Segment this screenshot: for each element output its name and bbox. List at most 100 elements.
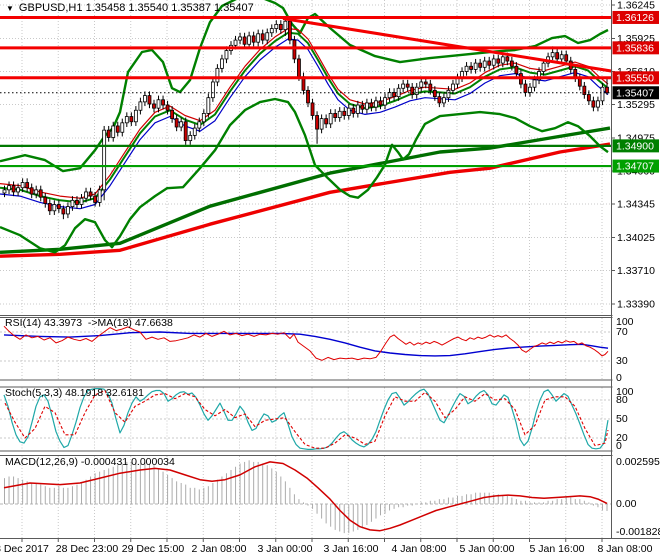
svg-text:80: 80 bbox=[616, 394, 628, 406]
candle bbox=[487, 60, 492, 66]
candle bbox=[247, 35, 252, 45]
svg-text:1.35295: 1.35295 bbox=[617, 99, 655, 111]
svg-text:1.34345: 1.34345 bbox=[617, 198, 655, 210]
candle bbox=[265, 32, 270, 41]
candle bbox=[369, 102, 374, 108]
candle bbox=[210, 81, 215, 99]
candle bbox=[564, 54, 569, 62]
ohlc-readout: 1.35458 1.35540 1.35387 1.35407 bbox=[85, 2, 254, 14]
candle bbox=[183, 121, 188, 142]
candle bbox=[605, 86, 609, 94]
candle bbox=[287, 20, 292, 41]
symbol-dropdown-icon[interactable]: ▼ bbox=[6, 4, 14, 13]
candle bbox=[102, 129, 107, 191]
candle bbox=[47, 203, 52, 212]
candle bbox=[396, 87, 401, 98]
candle bbox=[378, 100, 383, 106]
candle bbox=[555, 52, 560, 60]
candle bbox=[541, 62, 546, 72]
level-badge-1.35836: 1.35836 bbox=[612, 41, 659, 55]
svg-text:0: 0 bbox=[616, 372, 622, 384]
candle bbox=[34, 189, 39, 195]
candle bbox=[478, 62, 483, 68]
candle bbox=[600, 86, 605, 102]
candle bbox=[242, 36, 247, 45]
svg-text:1.33390: 1.33390 bbox=[617, 299, 655, 311]
svg-text:1.34707: 1.34707 bbox=[616, 161, 654, 173]
candle bbox=[383, 97, 387, 106]
candle bbox=[346, 107, 351, 116]
candle bbox=[206, 97, 211, 114]
candle bbox=[509, 60, 514, 67]
candle bbox=[451, 83, 455, 91]
svg-text:1.35550: 1.35550 bbox=[616, 72, 654, 84]
current-price-badge: 1.35407 bbox=[612, 86, 659, 100]
candle bbox=[328, 112, 333, 125]
candle bbox=[120, 122, 125, 133]
candle bbox=[66, 206, 70, 215]
candle bbox=[124, 116, 129, 124]
candle bbox=[2, 189, 7, 194]
candle bbox=[342, 110, 347, 116]
candle bbox=[496, 58, 501, 64]
candle bbox=[269, 28, 274, 34]
candle bbox=[446, 89, 451, 99]
candle bbox=[437, 96, 442, 104]
mt4-chart-window: 1.362451.359251.356101.352951.349751.346… bbox=[0, 0, 660, 560]
candle bbox=[401, 83, 406, 89]
candle bbox=[43, 196, 48, 204]
svg-text:1.36245: 1.36245 bbox=[617, 0, 655, 12]
svg-text:0.00: 0.00 bbox=[616, 498, 637, 510]
svg-text:1.36126: 1.36126 bbox=[616, 12, 654, 24]
time-axis-label: 28 Dec 2017 bbox=[0, 543, 49, 555]
candle bbox=[333, 112, 338, 118]
candle bbox=[360, 104, 365, 110]
rsi-indicator-label: RSI(14) 43.3973 ->MA(18) 47.6638 bbox=[5, 317, 173, 329]
candle bbox=[20, 182, 25, 189]
candle bbox=[514, 65, 519, 74]
candle bbox=[324, 118, 329, 125]
candle bbox=[111, 125, 116, 138]
candle bbox=[165, 104, 170, 111]
candle bbox=[7, 185, 11, 191]
candle bbox=[256, 33, 261, 43]
candle bbox=[337, 110, 342, 118]
level-badge-1.36126: 1.36126 bbox=[612, 10, 659, 24]
candle bbox=[482, 60, 487, 68]
time-axis-label: 5 Jan 00:00 bbox=[460, 543, 515, 555]
candle bbox=[97, 189, 102, 203]
candle bbox=[473, 62, 478, 70]
chart-canvas[interactable]: 1.362451.359251.356101.352951.349751.346… bbox=[0, 0, 660, 560]
candle bbox=[586, 94, 591, 102]
candle bbox=[283, 20, 288, 31]
candle bbox=[75, 199, 79, 205]
candle bbox=[179, 121, 184, 128]
candle bbox=[528, 86, 532, 93]
candle bbox=[93, 195, 97, 203]
candle bbox=[238, 36, 242, 41]
time-axis-label: 3 Jan 00:00 bbox=[258, 543, 313, 555]
candle bbox=[274, 23, 279, 29]
time-axis-label: 29 Dec 15:00 bbox=[122, 543, 185, 555]
level-badge-1.35550: 1.35550 bbox=[612, 71, 659, 85]
candle bbox=[38, 189, 43, 198]
candle bbox=[319, 118, 324, 130]
candle bbox=[410, 86, 415, 95]
candle bbox=[133, 109, 138, 123]
candle bbox=[315, 115, 319, 130]
stochastic-indicator-label: Stoch(5,3,3) 48.1918 32.6181 bbox=[5, 387, 144, 399]
candle bbox=[351, 107, 356, 114]
candle bbox=[70, 199, 75, 208]
candle bbox=[550, 52, 555, 58]
candle bbox=[306, 89, 310, 104]
candle bbox=[523, 83, 528, 93]
candle bbox=[147, 95, 152, 105]
candle bbox=[505, 56, 510, 62]
candle bbox=[156, 99, 161, 109]
time-axis-label: 28 Dec 23:00 bbox=[56, 543, 119, 555]
candle bbox=[79, 197, 84, 205]
candle bbox=[29, 187, 34, 195]
candle bbox=[500, 56, 505, 64]
candle bbox=[88, 191, 93, 197]
candle bbox=[559, 54, 564, 60]
